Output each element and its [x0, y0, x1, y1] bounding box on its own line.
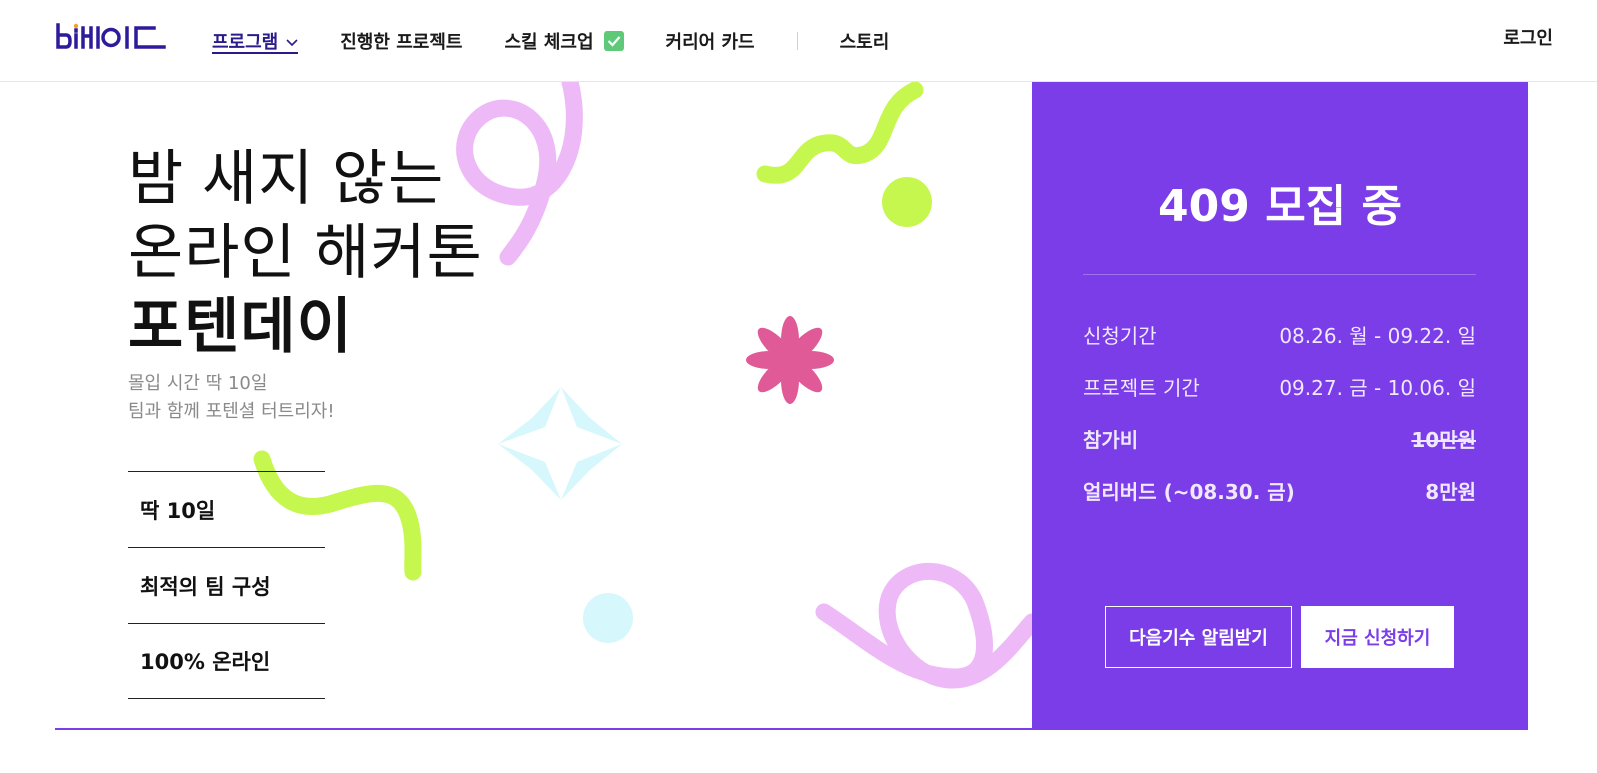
cyan-star [498, 387, 622, 500]
info-key: 참가비 [1083, 428, 1139, 452]
nav-career-card-label: 커리어 카드 [665, 32, 755, 53]
feature-item: 최적의 팀 구성 [128, 547, 325, 623]
lime-squiggle-top [756, 82, 924, 184]
info-value-early-bird-price: 8만원 [1425, 480, 1476, 504]
headline-line-2: 온라인 해커톤 [128, 219, 483, 286]
info-row-project-period: 프로젝트 기간 09.27. 금 - 10.06. 일 [1083, 372, 1476, 424]
notify-next-button[interactable]: 다음기수 알림받기 [1105, 606, 1292, 668]
nav-projects[interactable]: 진행한 프로젝트 [340, 0, 462, 82]
recruit-panel: 409 모집 중 신청기간 08.26. 월 - 09.22. 일 프로젝트 기… [1032, 82, 1528, 730]
info-value: 08.26. 월 - 09.22. 일 [1279, 324, 1476, 348]
hero-subtext: 몰입 시간 딱 10일 팀과 함께 포텐셜 터트리자! [128, 370, 335, 426]
hero-headline: 밤 새지 않는 온라인 해커톤 포텐데이 [128, 142, 483, 364]
info-key: 신청기간 [1083, 324, 1157, 348]
subtext-line-1: 몰입 시간 딱 10일 [128, 373, 268, 394]
nav-divider [796, 32, 798, 50]
logo[interactable] [56, 22, 168, 50]
feature-item: 100% 온라인 [128, 623, 325, 699]
info-key: 얼리버드 (~08.30. 금) [1083, 480, 1295, 504]
pink-loop-bottom [815, 563, 1032, 689]
nav-career-card[interactable]: 커리어 카드 [666, 0, 755, 82]
main-nav: 프로그램 진행한 프로젝트 스킬 체크업 커리어 카드 스토리 [212, 0, 931, 82]
lime-dot [882, 177, 932, 227]
nav-program-label: 프로그램 [212, 32, 279, 53]
subtext-line-2: 팀과 함께 포텐셜 터트리자! [128, 401, 335, 422]
nav-projects-label: 진행한 프로젝트 [340, 32, 463, 53]
login-link[interactable]: 로그인 [1503, 0, 1553, 74]
info-row-fee: 참가비 10만원 [1083, 424, 1476, 476]
nav-story[interactable]: 스토리 [840, 0, 890, 82]
nav-program[interactable]: 프로그램 [212, 0, 299, 82]
site-header: 프로그램 진행한 프로젝트 스킬 체크업 커리어 카드 스토리 로그인 [0, 0, 1597, 82]
check-icon [603, 31, 624, 51]
recruit-info: 신청기간 08.26. 월 - 09.22. 일 프로젝트 기간 09.27. … [1083, 320, 1476, 528]
feature-item: 딱 10일 [128, 471, 325, 547]
hero-section: 밤 새지 않는 온라인 해커톤 포텐데이 몰입 시간 딱 10일 팀과 함께 포… [0, 82, 1032, 730]
chevron-down-icon [286, 31, 298, 52]
info-key: 프로젝트 기간 [1083, 376, 1200, 400]
info-row-early-bird: 얼리버드 (~08.30. 금) 8만원 [1083, 476, 1476, 528]
info-value: 09.27. 금 - 10.06. 일 [1279, 376, 1476, 400]
cyan-dot [583, 593, 633, 643]
feature-list: 딱 10일 최적의 팀 구성 100% 온라인 [128, 471, 325, 699]
headline-line-1: 밤 새지 않는 [128, 145, 445, 212]
info-row-apply-period: 신청기간 08.26. 월 - 09.22. 일 [1083, 320, 1476, 372]
pink-flower [746, 316, 834, 404]
info-value-original-price: 10만원 [1411, 428, 1476, 452]
apply-now-button[interactable]: 지금 신청하기 [1301, 606, 1454, 668]
panel-actions: 다음기수 알림받기 지금 신청하기 [1105, 606, 1454, 668]
nav-story-label: 스토리 [839, 32, 890, 53]
headline-brand: 포텐데이 [128, 293, 353, 360]
panel-divider [1083, 274, 1476, 275]
nav-skill-checkup[interactable]: 스킬 체크업 [504, 0, 624, 82]
recruit-title: 409 모집 중 [1158, 181, 1402, 232]
nav-skill-checkup-label: 스킬 체크업 [504, 32, 594, 53]
hero-bottom-line [55, 728, 1032, 730]
